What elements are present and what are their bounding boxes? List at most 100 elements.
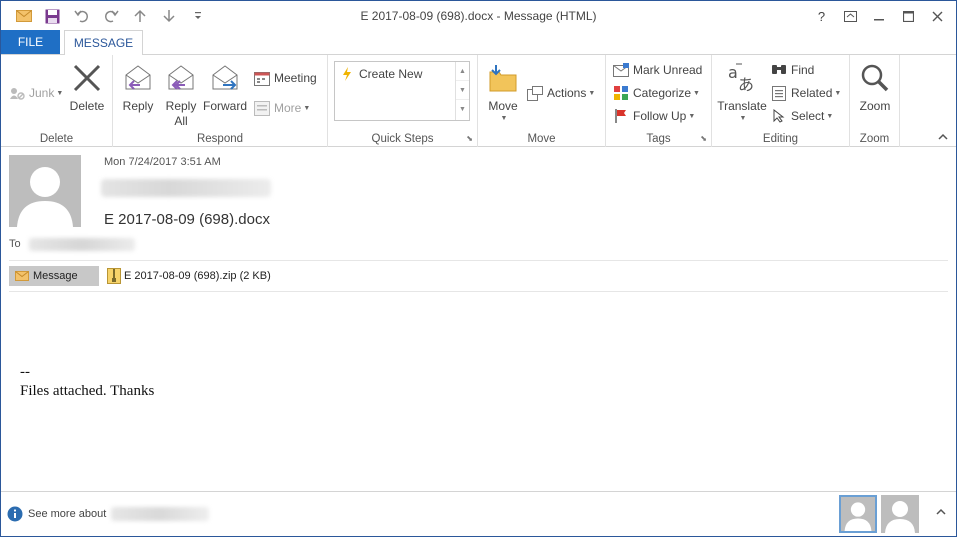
related-label: Related (791, 86, 833, 100)
ribbon-group-tags: Mark Unread Categorize ▼ Follow Up ▼ Tags … (606, 55, 712, 147)
see-more-label: See more about (28, 508, 107, 520)
message-subject: E 2017-08-09 (698).docx (104, 211, 270, 228)
reply-button[interactable]: Reply (119, 61, 157, 113)
zip-file-icon (107, 268, 121, 284)
categorize-button[interactable]: Categorize ▼ (612, 85, 700, 101)
chevron-down-icon: ▼ (826, 112, 834, 120)
sender-avatar[interactable] (9, 155, 81, 227)
attachment-name: E 2017-08-09 (698).zip (2 KB) (124, 270, 271, 282)
maximize-button[interactable] (894, 5, 923, 27)
related-button[interactable]: Related ▼ (770, 85, 841, 101)
zoom-button[interactable]: Zoom (856, 61, 894, 113)
tab-file[interactable]: FILE (1, 30, 60, 54)
forward-button[interactable]: Forward (203, 61, 247, 113)
select-label: Select (791, 109, 825, 123)
junk-button[interactable]: Junk ▼ (8, 85, 63, 101)
reply-all-label-2: All (174, 114, 188, 128)
person-icon (885, 501, 915, 533)
people-avatar-selected[interactable] (839, 495, 877, 533)
more-icon (253, 100, 271, 116)
junk-label: Junk (29, 86, 55, 100)
dialog-launcher-icon[interactable]: ⬊ (700, 134, 707, 143)
actions-label: Actions (547, 86, 587, 100)
mark-unread-icon (612, 62, 630, 78)
body-text: Files attached. Thanks (20, 383, 155, 399)
expand-people-pane-icon[interactable] (936, 507, 946, 519)
body-signature-separator: -- (20, 364, 30, 380)
message-tab-label: Message (33, 270, 78, 282)
to-label: To (9, 238, 21, 250)
chevron-down-icon: ▼ (500, 115, 508, 122)
magnifier-icon (858, 61, 892, 95)
delete-label: Delete (69, 99, 105, 113)
translate-button[interactable]: aあ Translate ▼ (716, 61, 768, 122)
help-button[interactable]: ? (807, 5, 836, 27)
flag-icon (612, 108, 630, 124)
ribbon-group-quick-steps: Create New ▲ ▼ ▼ Quick Steps ⬊ (328, 55, 478, 147)
minimize-icon (874, 18, 884, 20)
title-bar: E 2017-08-09 (698).docx - Message (HTML)… (1, 1, 956, 31)
move-folder-icon (486, 61, 520, 95)
follow-up-label: Follow Up (633, 109, 687, 123)
related-icon (770, 85, 788, 101)
categorize-label: Categorize (633, 86, 692, 100)
reply-all-icon (164, 61, 198, 95)
message-body-tab[interactable]: Message (9, 266, 99, 286)
info-icon (7, 506, 23, 522)
delete-button[interactable]: Delete (67, 61, 107, 113)
cursor-icon (770, 108, 788, 124)
close-button[interactable] (923, 5, 952, 27)
tab-message[interactable]: MESSAGE (64, 30, 143, 55)
attachment-item[interactable]: E 2017-08-09 (698).zip (2 KB) (107, 268, 271, 284)
svg-text:あ: あ (738, 75, 754, 94)
follow-up-button[interactable]: Follow Up ▼ (612, 108, 695, 124)
envelope-icon (15, 271, 29, 281)
sender-redacted (101, 179, 271, 197)
ribbon-group-editing: aあ Translate ▼ Find Related ▼ Select ▼ E… (712, 55, 850, 147)
meeting-icon (253, 70, 271, 86)
chevron-down-icon: ▼ (588, 89, 596, 97)
attachment-bar: Message E 2017-08-09 (698).zip (2 KB) (9, 265, 271, 287)
chevron-down-icon: ▼ (739, 115, 747, 122)
chevron-down-icon: ▼ (56, 89, 64, 97)
ribbon-display-button[interactable] (836, 5, 865, 27)
ribbon-display-icon (844, 10, 857, 22)
more-label: More (274, 101, 302, 115)
message-body: -- Files attached. Thanks (20, 363, 154, 401)
group-label-zoom: Zoom (859, 133, 890, 145)
ribbon-tabs: FILE MESSAGE (1, 30, 956, 55)
group-label-tags: Tags (646, 133, 671, 145)
group-label-respond: Respond (196, 133, 244, 145)
actions-button[interactable]: Actions ▼ (526, 85, 595, 101)
see-more-about[interactable]: See more about (7, 506, 106, 522)
translate-icon: aあ (725, 61, 759, 95)
ribbon: Junk ▼ Delete Delete Reply Reply All For… (1, 54, 956, 147)
more-respond-button[interactable]: More ▼ (253, 100, 310, 116)
scroll-down-icon[interactable]: ▼ (456, 81, 469, 100)
find-button[interactable]: Find (770, 62, 814, 78)
move-button[interactable]: Move ▼ (484, 61, 522, 122)
junk-icon (8, 85, 26, 101)
categorize-icon (612, 85, 630, 101)
divider (9, 260, 948, 261)
quick-steps-gallery[interactable]: Create New ▲ ▼ ▼ (334, 61, 470, 121)
reply-all-label-1: Reply (165, 99, 197, 113)
quick-steps-scroll[interactable]: ▲ ▼ ▼ (455, 62, 469, 120)
select-button[interactable]: Select ▼ (770, 108, 833, 124)
people-avatar[interactable] (881, 495, 919, 533)
ribbon-group-move: Move ▼ Actions ▼ Move (478, 55, 606, 147)
create-new-quick-step[interactable]: Create New (338, 66, 422, 82)
scroll-up-icon[interactable]: ▲ (456, 62, 469, 81)
chevron-down-icon: ▼ (693, 89, 700, 97)
chevron-down-icon: ▼ (688, 112, 696, 120)
group-label-move: Move (527, 133, 556, 145)
expand-gallery-icon[interactable]: ▼ (456, 100, 469, 119)
collapse-ribbon-icon[interactable] (938, 133, 948, 144)
reply-all-button[interactable]: Reply All (161, 61, 201, 128)
meeting-button[interactable]: Meeting (253, 70, 317, 86)
create-new-label: Create New (359, 67, 423, 81)
dialog-launcher-icon[interactable]: ⬊ (466, 134, 473, 143)
svg-text:a: a (728, 63, 738, 82)
minimize-button[interactable] (865, 5, 894, 27)
mark-unread-button[interactable]: Mark Unread (612, 62, 702, 78)
